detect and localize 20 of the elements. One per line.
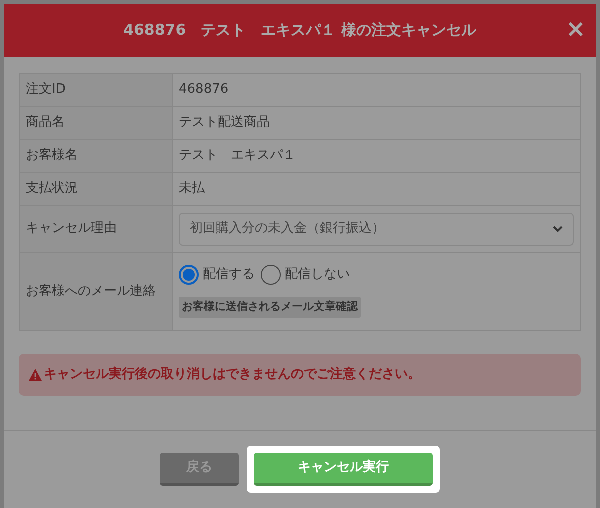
dialog-title: 468876 テスト エキスパ１ 様の注文キャンセル — [124, 20, 476, 42]
cancel-execute-button[interactable]: キャンセル実行 — [254, 453, 433, 486]
radio-option[interactable]: 配信しない — [261, 265, 350, 285]
mail-preview-button[interactable]: お客様に送信されるメール文章確認 — [179, 297, 361, 318]
row-label: 商品名 — [20, 106, 172, 140]
warning-icon — [29, 369, 42, 381]
chevron-down-icon — [553, 226, 563, 232]
row-label: お客様名 — [20, 140, 172, 172]
row-value: テスト配送商品 — [172, 106, 580, 140]
reason-dropdown[interactable]: 初回購入分の未入金（銀行振込） — [179, 212, 574, 246]
warning-text: キャンセル実行後の取り消しはできませんのでご注意ください。 — [44, 366, 421, 384]
radio-option[interactable]: 配信する — [179, 265, 255, 285]
row-label: キャンセル理由 — [20, 206, 172, 252]
row-label: 注文ID — [20, 74, 172, 106]
row-label: お客様へのメール連絡 — [20, 252, 172, 330]
row-value: 未払 — [172, 172, 580, 206]
row-value: 468876 — [172, 74, 580, 106]
close-button[interactable]: × — [566, 17, 586, 41]
row-value: テスト エキスパ１ — [172, 140, 580, 172]
row-label: 支払状況 — [20, 172, 172, 206]
